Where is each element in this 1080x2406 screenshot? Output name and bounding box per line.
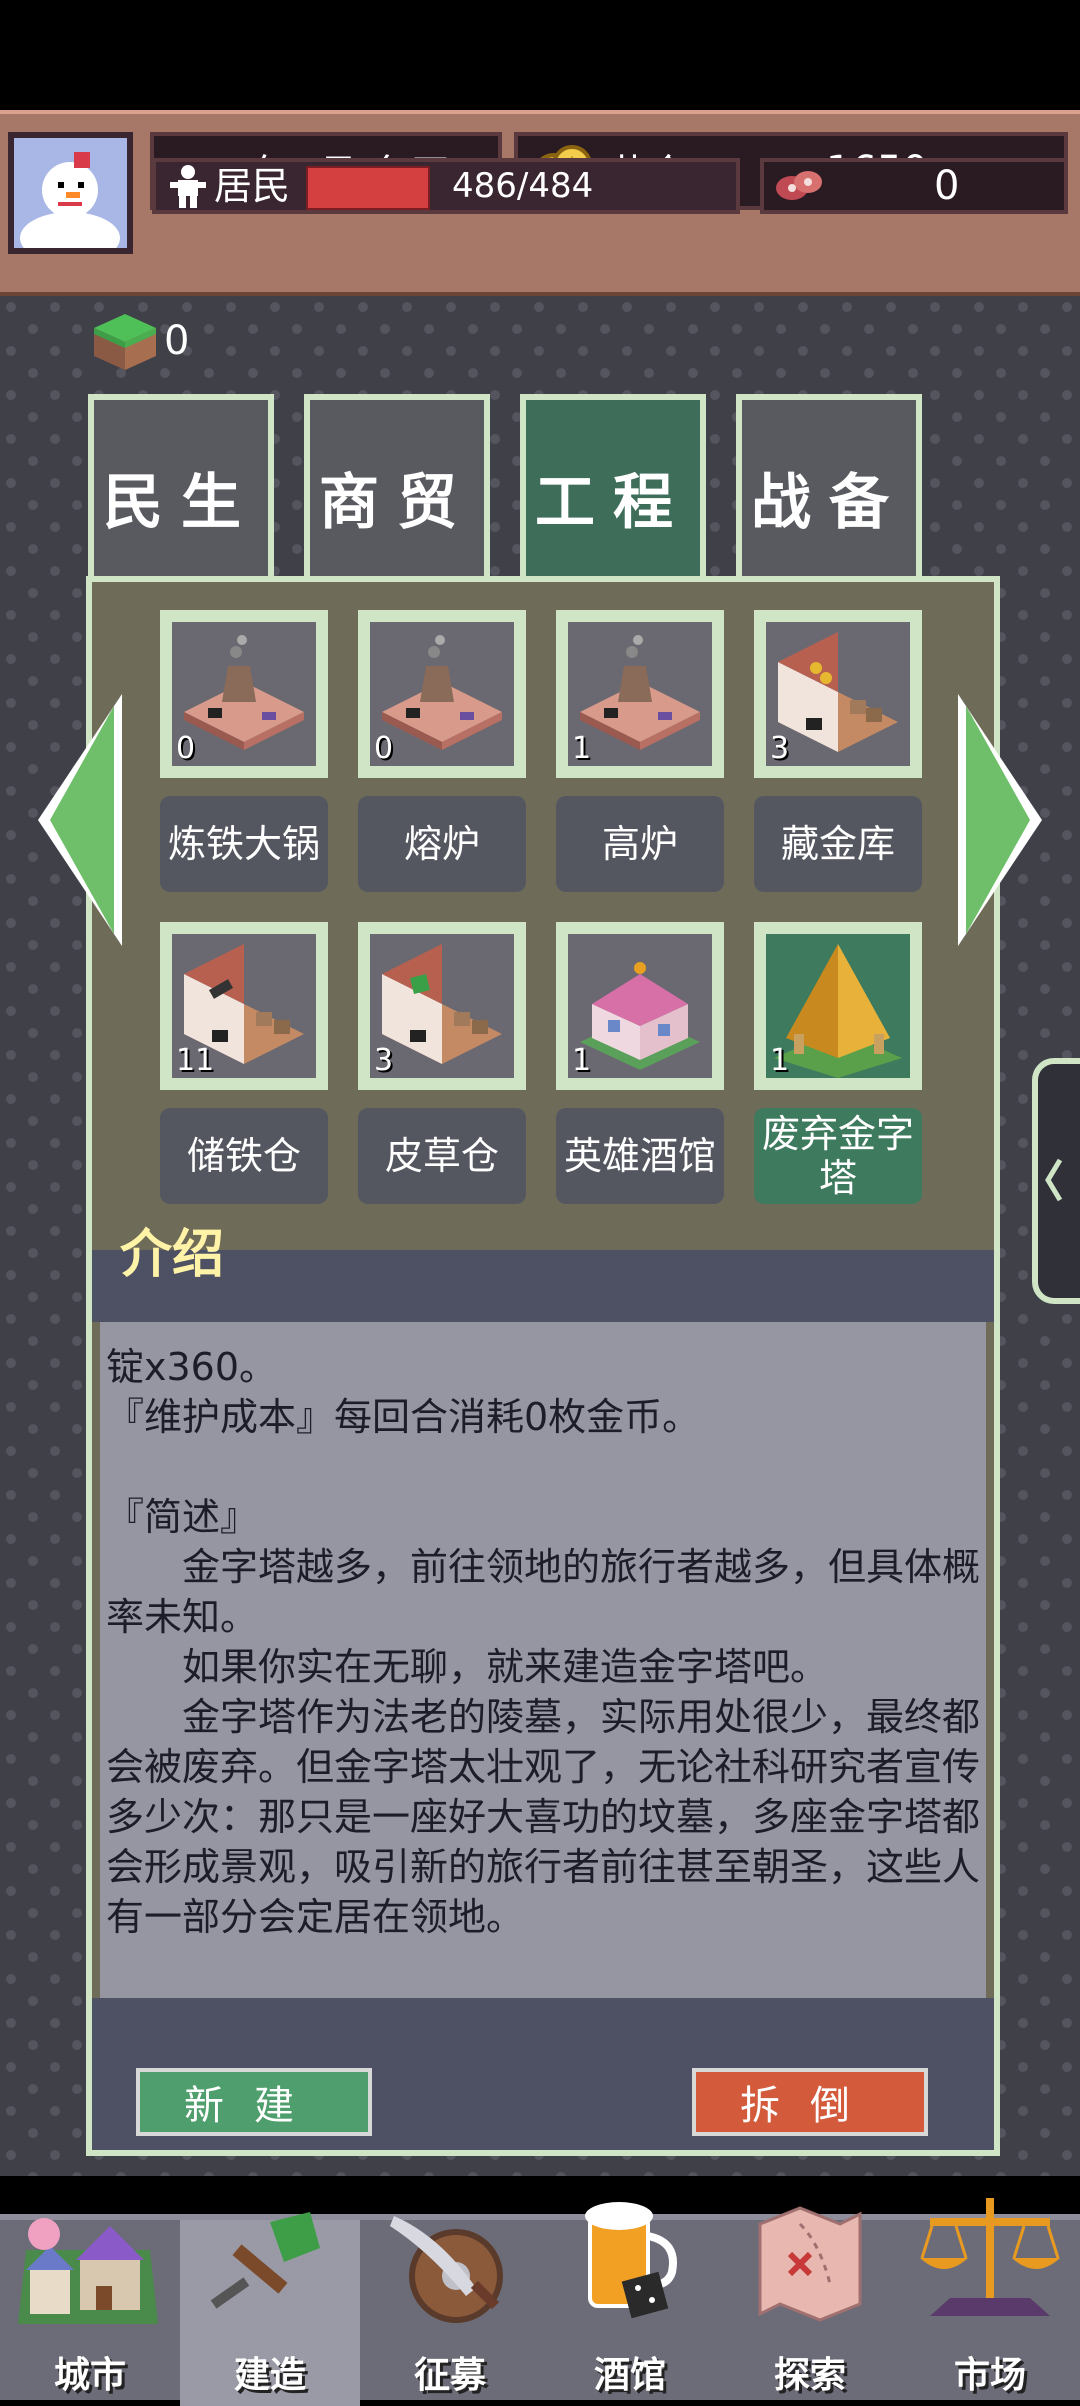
building-name: 熔炉: [403, 822, 480, 866]
building-name-button[interactable]: 废弃金字塔: [754, 1108, 922, 1204]
building-description: 锭x360。 『维护成本』每回合消耗0枚金币。 『简述』 金字塔越多，前往领地的…: [106, 1345, 981, 1939]
building-slot-gold-vault[interactable]: 3: [754, 610, 922, 778]
building-count: 1: [572, 731, 592, 766]
nav-label: 建造: [233, 2355, 306, 2396]
nav-label: 城市: [53, 2355, 126, 2396]
nav-market[interactable]: 市场: [900, 2198, 1080, 2406]
sword-shield-icon: [390, 2216, 503, 2323]
nav-city[interactable]: 城市: [0, 2218, 180, 2406]
building-name: 废弃金字塔: [761, 1112, 914, 1200]
building-name: 储铁仓: [186, 1134, 301, 1178]
tab-trade[interactable]: 商贸: [304, 394, 490, 594]
building-name: 藏金库: [780, 822, 895, 866]
building-slot-smelter[interactable]: 0: [358, 610, 526, 778]
building-slot-blast-furnace[interactable]: 1: [556, 610, 724, 778]
meat-value: 0: [934, 163, 960, 209]
tab-engineering[interactable]: 工程: [520, 394, 706, 594]
nav-tavern[interactable]: 酒馆: [540, 2202, 720, 2406]
scale-icon: [920, 2198, 1060, 2316]
tab-livelihood[interactable]: 民生: [88, 394, 274, 594]
resident-progress-bar: [306, 166, 430, 210]
resident-label: 居民: [214, 164, 291, 208]
building-slot-abandoned-pyramid[interactable]: 1: [754, 922, 922, 1090]
building-name-button[interactable]: 皮草仓: [358, 1108, 526, 1204]
map-icon: [758, 2206, 862, 2322]
building-count: 1: [770, 1043, 790, 1078]
nav-label: 市场: [953, 2355, 1026, 2396]
building-name-button[interactable]: 储铁仓: [160, 1108, 328, 1204]
building-name: 英雄酒馆: [563, 1134, 716, 1178]
building-slot-iron-pot[interactable]: 0: [160, 610, 328, 778]
nav-label: 酒馆: [593, 2355, 666, 2396]
intro-title: 介绍: [120, 1225, 225, 1285]
demolish-button[interactable]: 拆倒: [692, 2068, 928, 2136]
build-button-label: 新建: [184, 2083, 324, 2129]
description-box[interactable]: 锭x360。 『维护成本』每回合消耗0枚金币。 『简述』 金字塔越多，前往领地的…: [100, 1322, 986, 1998]
intro-header: [92, 1250, 994, 1322]
building-name-button[interactable]: 熔炉: [358, 796, 526, 892]
nav-explore[interactable]: 探索: [720, 2206, 900, 2406]
side-drawer-handle[interactable]: [1032, 1058, 1080, 1304]
building-count: 0: [374, 731, 394, 766]
building-name: 高炉: [601, 822, 678, 866]
nav-label: 探索: [773, 2355, 846, 2396]
tab-label: 民生: [103, 467, 259, 538]
resident-value: 486/484: [452, 166, 594, 206]
beer-icon: [585, 2202, 677, 2319]
building-name-button[interactable]: 英雄酒馆: [556, 1108, 724, 1204]
building-count: 3: [374, 1043, 394, 1078]
build-button[interactable]: 新建: [136, 2068, 372, 2136]
city-icon: [18, 2218, 158, 2324]
building-name: 炼铁大锅: [167, 822, 320, 866]
nav-label: 征募: [413, 2355, 486, 2396]
building-slot-hero-tavern[interactable]: 1: [556, 922, 724, 1090]
building-name-button[interactable]: 炼铁大锅: [160, 796, 328, 892]
building-count: 1: [572, 1043, 592, 1078]
bottom-navigation: 城市 建造 征募 酒馆 探索 市场: [0, 2198, 1080, 2406]
tab-military[interactable]: 战备: [736, 394, 922, 594]
avatar[interactable]: [8, 132, 133, 254]
building-name-button[interactable]: 藏金库: [754, 796, 922, 892]
tab-label: 战备: [751, 467, 907, 538]
building-name-button[interactable]: 高炉: [556, 796, 724, 892]
building-slot-iron-warehouse[interactable]: 11: [160, 922, 328, 1090]
prev-page-arrow-icon[interactable]: [30, 690, 126, 950]
building-name: 皮草仓: [384, 1134, 499, 1178]
meat-display: 0: [760, 158, 1068, 214]
desc-top-spacer: [106, 1322, 980, 1342]
building-slot-fur-warehouse[interactable]: 3: [358, 922, 526, 1090]
tab-label: 工程: [535, 467, 691, 538]
resident-icon: [170, 165, 206, 208]
meat-icon: [776, 171, 822, 200]
resident-display: 居民 486/484: [152, 158, 740, 214]
next-page-arrow-icon[interactable]: [954, 690, 1050, 950]
nav-build[interactable]: 建造: [180, 2212, 360, 2406]
building-count: 3: [770, 731, 790, 766]
nav-recruit[interactable]: 征募: [360, 2216, 540, 2406]
chevron-left-icon: [1045, 1158, 1063, 1202]
building-count: 0: [176, 731, 196, 766]
shovel-icon: [210, 2212, 320, 2309]
grass-count: 0: [164, 318, 190, 364]
building-count: 11: [176, 1043, 215, 1078]
demolish-button-label: 拆倒: [740, 2083, 880, 2129]
status-bar: 51年1月 冬天 $ 黄金 1650 居民 486/484 0: [0, 110, 1080, 296]
snowman-icon: [14, 138, 127, 248]
tab-label: 商贸: [319, 467, 475, 538]
grass-block-icon: [94, 314, 156, 370]
